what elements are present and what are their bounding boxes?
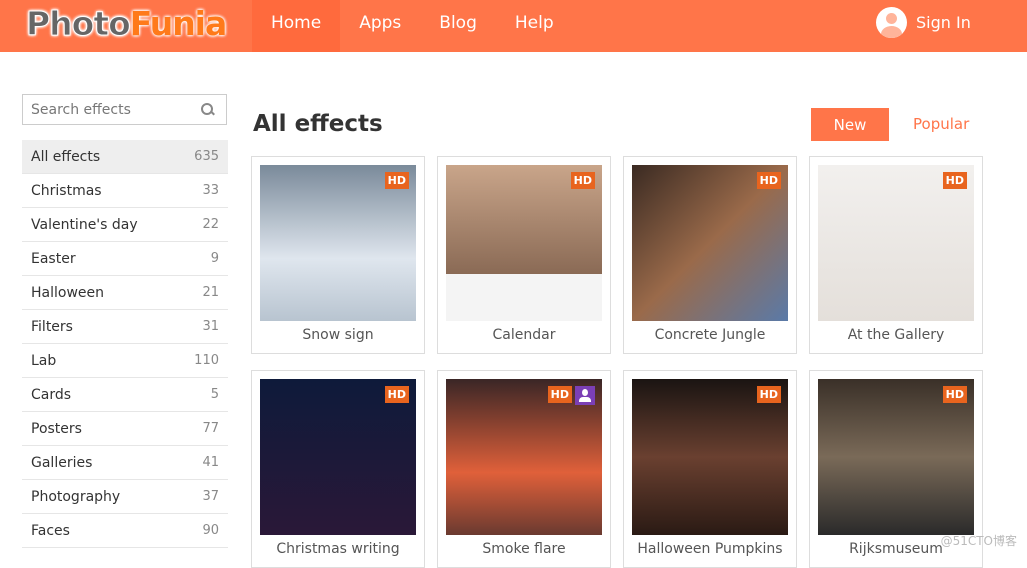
hd-badge: HD — [756, 172, 781, 189]
nav-apps[interactable]: Apps — [340, 0, 420, 52]
effect-label: Christmas writing — [276, 541, 400, 557]
effect-label: Concrete Jungle — [654, 327, 766, 343]
category-count: 635 — [194, 149, 219, 164]
category-item[interactable]: Photography 37 — [22, 480, 228, 514]
category-count: 31 — [202, 319, 219, 334]
category-count: 33 — [202, 183, 219, 198]
sign-in-button[interactable]: Sign In — [876, 7, 971, 38]
category-label: Galleries — [31, 454, 93, 471]
category-item[interactable]: Lab 110 — [22, 344, 228, 378]
effect-card[interactable]: HD Halloween Pumpkins — [623, 370, 797, 568]
effect-label: At the Gallery — [847, 327, 945, 343]
category-count: 37 — [202, 489, 219, 504]
hd-badge: HD — [942, 386, 967, 403]
effect-card[interactable]: HD Snow sign — [251, 156, 425, 354]
category-count: 5 — [210, 387, 219, 402]
category-item[interactable]: Cards 5 — [22, 378, 228, 412]
category-label: Lab — [31, 352, 57, 369]
hd-badge: HD — [570, 172, 595, 189]
category-label: Easter — [31, 250, 76, 267]
effect-label: Halloween Pumpkins — [637, 541, 783, 557]
search-box — [22, 94, 227, 125]
hd-badge: HD — [547, 386, 572, 403]
sort-popular-button[interactable]: Popular — [903, 108, 979, 141]
category-item[interactable]: Halloween 21 — [22, 276, 228, 310]
category-label: Christmas — [31, 182, 102, 199]
watermark: @51CTO博客 — [940, 534, 1017, 548]
main-nav: Home Apps Blog Help — [252, 0, 573, 52]
category-count: 77 — [202, 421, 219, 436]
search-input[interactable] — [31, 101, 201, 118]
category-item[interactable]: Filters 31 — [22, 310, 228, 344]
category-count: 41 — [202, 455, 219, 470]
category-label: Cards — [31, 386, 72, 403]
category-item[interactable]: Faces 90 — [22, 514, 228, 548]
category-count: 110 — [194, 353, 219, 368]
search-icon[interactable] — [201, 102, 215, 117]
category-label: Faces — [31, 522, 70, 539]
category-count: 22 — [202, 217, 219, 232]
nav-home[interactable]: Home — [252, 0, 341, 52]
category-label: Photography — [31, 488, 121, 505]
effect-card[interactable]: HD Christmas writing — [251, 370, 425, 568]
nav-help[interactable]: Help — [496, 0, 573, 52]
category-label: Filters — [31, 318, 73, 335]
user-icon — [876, 7, 907, 38]
category-item[interactable]: Easter 9 — [22, 242, 228, 276]
category-label: Posters — [31, 420, 82, 437]
effect-label: Calendar — [492, 327, 556, 343]
logo-text-photo: Photo — [26, 4, 132, 44]
category-item[interactable]: Galleries 41 — [22, 446, 228, 480]
header: PhotoFunia Home Apps Blog Help Sign In — [0, 0, 1027, 52]
category-list: All effects 635 Christmas 33 Valentine's day… — [22, 140, 228, 548]
category-item[interactable]: All effects 635 — [22, 140, 228, 174]
effect-card[interactable]: HD Concrete Jungle — [623, 156, 797, 354]
hd-badge: HD — [756, 386, 781, 403]
category-item[interactable]: Valentine's day 22 — [22, 208, 228, 242]
category-count: 21 — [202, 285, 219, 300]
sort-new-button[interactable]: New — [811, 108, 889, 141]
category-label: Valentine's day — [31, 216, 138, 233]
logo-text-funia: Funia — [129, 4, 227, 43]
effect-card[interactable]: HD At the Gallery — [809, 156, 983, 354]
page-title: All effects — [253, 111, 383, 137]
hd-badge: HD — [942, 172, 967, 189]
effect-card[interactable]: HD Calendar — [437, 156, 611, 354]
category-item[interactable]: Christmas 33 — [22, 174, 228, 208]
sign-in-label: Sign In — [916, 13, 971, 32]
logo[interactable]: PhotoFunia — [26, 2, 228, 46]
hd-badge: HD — [384, 172, 409, 189]
effect-label: Snow sign — [302, 327, 374, 343]
effect-label: Smoke flare — [482, 541, 566, 557]
category-label: Halloween — [31, 284, 105, 301]
effect-card[interactable]: HD Smoke flare — [437, 370, 611, 568]
hd-badge: HD — [384, 386, 409, 403]
category-item[interactable]: Posters 77 — [22, 412, 228, 446]
nav-blog[interactable]: Blog — [420, 0, 496, 52]
category-label: All effects — [31, 148, 101, 165]
category-count: 9 — [210, 251, 219, 266]
user-photo-icon — [575, 386, 595, 405]
category-count: 90 — [202, 523, 219, 538]
